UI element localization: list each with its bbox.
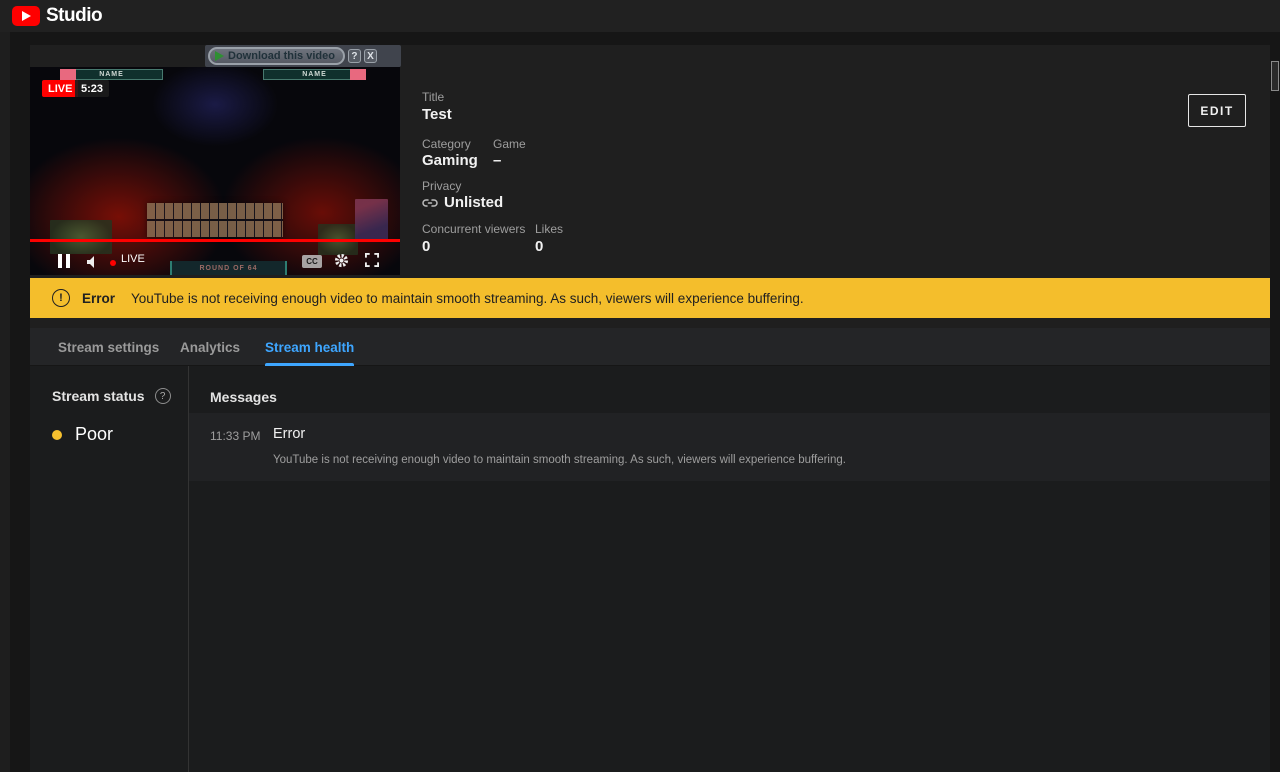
concurrent-viewers-label: Concurrent viewers (422, 222, 526, 236)
overlay-help-button[interactable]: ? (347, 49, 361, 63)
round-label: ROUND OF 64 (199, 264, 258, 272)
nameplate-accent (60, 69, 76, 80)
tab-stream-health[interactable]: Stream health (265, 328, 355, 366)
game-value: – (493, 152, 502, 169)
status-help-icon[interactable]: ? (154, 388, 171, 404)
banner-error-title: Error (82, 290, 116, 306)
stream-status-value: Poor (75, 424, 114, 444)
tab-stream-settings[interactable]: Stream settings (58, 328, 159, 366)
player-portrait-grid (147, 203, 283, 237)
stream-status-value-row: Poor (52, 424, 113, 445)
player-settings-gear-icon[interactable] (334, 253, 349, 273)
closed-captions-button[interactable]: CC (302, 255, 322, 268)
category-value: Gaming (422, 152, 478, 169)
likes-value: 0 (535, 238, 544, 255)
live-video-player[interactable]: NAME NAME LIVE 5:23 ROUND OF 64 LIVE CC (30, 67, 400, 275)
status-poor-dot-icon (52, 429, 62, 440)
game-label: Game (493, 137, 526, 151)
video-progress-bar[interactable] (30, 239, 400, 242)
privacy-value: Unlisted (444, 194, 504, 211)
likes-label: Likes (535, 222, 564, 236)
live-indicator-label[interactable]: LIVE (121, 253, 145, 265)
scoreboard-nameplate-right: NAME (263, 69, 366, 80)
nameplate-text: NAME (99, 71, 124, 78)
video-inset-thumbnail (50, 220, 112, 254)
right-scrollbar-track[interactable] (1270, 32, 1280, 772)
messages-header: Messages (210, 389, 277, 405)
top-app-bar: Studio (0, 0, 1280, 32)
studio-brand-title[interactable]: Studio (46, 5, 103, 27)
title-label: Title (422, 90, 445, 104)
concurrent-viewers-value: 0 (422, 238, 431, 255)
stream-tabs-bar: Stream settings Analytics Stream health (30, 328, 1270, 366)
message-timestamp: 11:33 PM (210, 429, 261, 443)
pause-button[interactable] (58, 254, 70, 268)
message-text: YouTube is not receiving enough video to… (273, 454, 846, 466)
privacy-label: Privacy (422, 179, 462, 193)
scrollbar-thumb[interactable] (1271, 61, 1279, 91)
error-warning-banner: ! Error YouTube is not receiving enough … (30, 278, 1270, 318)
link-icon (422, 198, 438, 207)
message-title: Error (273, 426, 306, 442)
fullscreen-button[interactable] (365, 253, 379, 272)
nameplate-text: NAME (302, 71, 327, 78)
stream-status-label: Stream status (52, 388, 145, 404)
volume-icon[interactable] (86, 255, 100, 273)
title-value: Test (422, 106, 452, 123)
play-triangle-icon (22, 11, 31, 21)
stream-health-panel: Stream status ? Poor Messages 11:33 PM E… (30, 366, 1270, 772)
alert-exclamation-icon: ! (52, 289, 70, 307)
youtube-logo-icon[interactable] (12, 6, 40, 26)
overlay-close-button[interactable]: X (363, 49, 377, 63)
download-extension-overlay: Download this video ? X (205, 45, 401, 67)
download-button-label: Download this video (228, 50, 335, 62)
nameplate-accent (350, 69, 366, 80)
download-this-video-button[interactable]: Download this video (208, 47, 345, 65)
live-badge: LIVE (42, 80, 79, 97)
green-play-icon (215, 51, 224, 61)
left-edge-strip (0, 32, 10, 772)
privacy-row: Unlisted (422, 194, 503, 211)
edit-button[interactable]: EDIT (1188, 94, 1246, 127)
round-of-64-banner: ROUND OF 64 (170, 261, 287, 275)
elapsed-time-badge: 5:23 (75, 80, 110, 97)
live-dot-icon (110, 260, 116, 266)
scoreboard-nameplate-left: NAME (60, 69, 163, 80)
character-portrait (355, 199, 388, 241)
stream-dashboard-card: NAME NAME LIVE 5:23 ROUND OF 64 LIVE CC (30, 45, 1270, 772)
message-list-item[interactable]: 11:33 PM Error YouTube is not receiving … (189, 413, 1270, 481)
stream-status-header: Stream status ? (52, 388, 171, 404)
banner-error-message: YouTube is not receiving enough video to… (131, 290, 804, 306)
tab-analytics[interactable]: Analytics (180, 328, 240, 366)
category-label: Category (422, 137, 471, 151)
